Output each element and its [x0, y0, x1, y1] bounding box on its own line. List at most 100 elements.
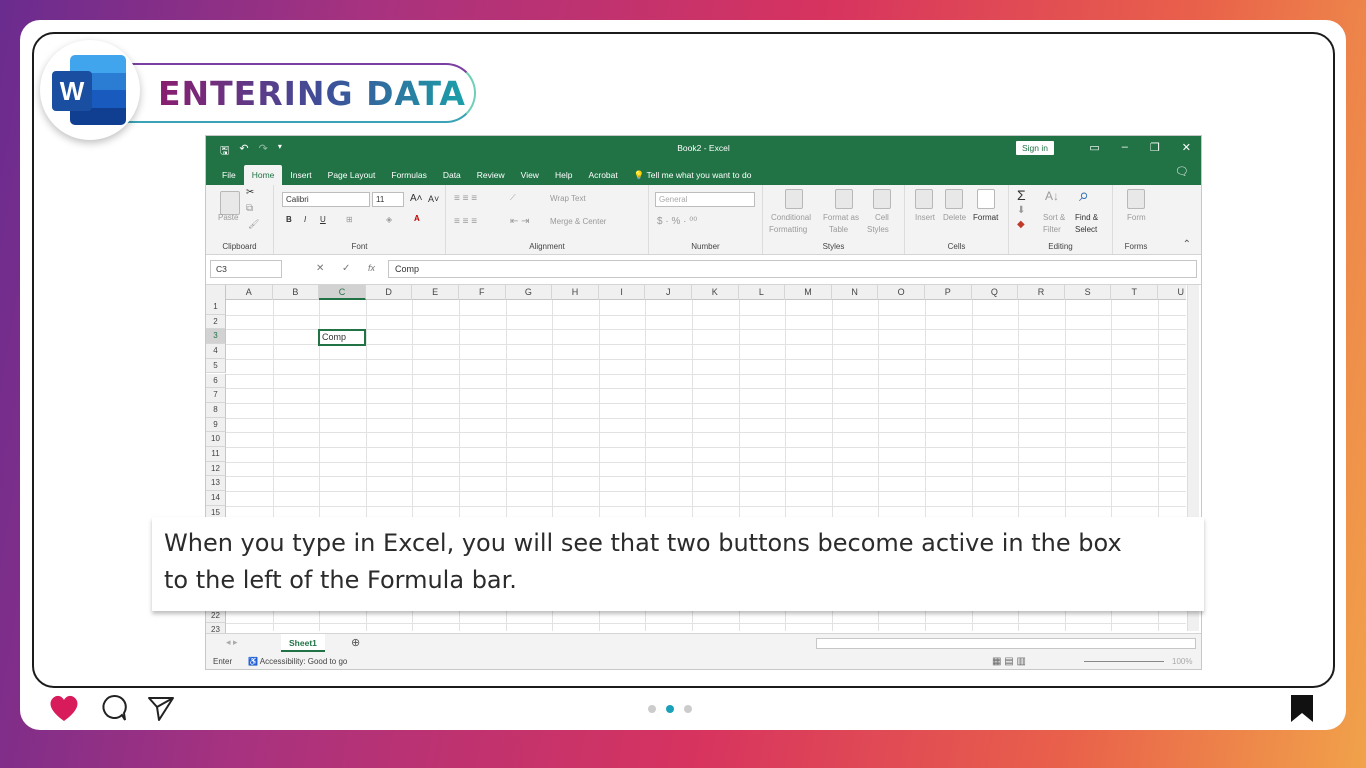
- column-header[interactable]: N: [832, 285, 879, 300]
- column-header[interactable]: K: [692, 285, 739, 300]
- tab-file[interactable]: File: [214, 165, 244, 185]
- close-icon[interactable]: ✕: [1182, 141, 1191, 154]
- row-header[interactable]: 4: [206, 344, 226, 359]
- comments-icon[interactable]: 🗨: [1175, 165, 1189, 178]
- row-header[interactable]: 13: [206, 476, 226, 492]
- column-header[interactable]: D: [366, 285, 413, 300]
- fill-icon[interactable]: ⬇: [1017, 205, 1025, 216]
- font-name-select[interactable]: Calibri: [282, 192, 370, 207]
- tab-formulas[interactable]: Formulas: [383, 165, 434, 185]
- tab-acrobat[interactable]: Acrobat: [580, 165, 625, 185]
- column-header[interactable]: B: [273, 285, 320, 300]
- form-icon[interactable]: [1127, 189, 1145, 209]
- row-header[interactable]: 7: [206, 388, 226, 403]
- row-header[interactable]: 14: [206, 491, 226, 506]
- column-header[interactable]: C: [319, 285, 366, 300]
- zoom-level[interactable]: 100%: [1172, 653, 1192, 669]
- restore-icon[interactable]: ❐: [1150, 141, 1160, 154]
- collapse-ribbon-icon[interactable]: ⌃: [1183, 239, 1191, 250]
- cut-icon[interactable]: ✂: [246, 187, 254, 198]
- copy-icon[interactable]: ⧉: [246, 203, 253, 214]
- row-header[interactable]: 9: [206, 417, 226, 433]
- tab-home[interactable]: Home: [243, 165, 283, 185]
- row-header[interactable]: 2: [206, 314, 226, 330]
- heart-icon[interactable]: [48, 693, 80, 723]
- carousel-dot-1[interactable]: [648, 705, 656, 713]
- find-select-icon[interactable]: ⌕: [1079, 185, 1089, 206]
- bold-icon[interactable]: B: [286, 215, 292, 224]
- underline-icon[interactable]: U: [320, 215, 326, 224]
- row-header[interactable]: 3: [206, 329, 226, 345]
- tab-help[interactable]: Help: [547, 165, 580, 185]
- zoom-slider[interactable]: [1084, 661, 1164, 662]
- formula-bar[interactable]: Comp: [388, 260, 1197, 278]
- clear-icon[interactable]: ◆: [1017, 219, 1025, 230]
- row-header[interactable]: 8: [206, 402, 226, 418]
- select-all-corner[interactable]: [206, 285, 226, 300]
- name-box[interactable]: C3: [210, 260, 282, 278]
- format-painter-icon[interactable]: 🖌: [248, 219, 259, 230]
- confirm-entry-icon[interactable]: ✓: [342, 263, 350, 274]
- comment-icon[interactable]: [100, 693, 128, 723]
- wrap-text-button[interactable]: Wrap Text: [550, 194, 586, 203]
- delete-cells-icon[interactable]: [945, 189, 963, 209]
- column-header[interactable]: E: [412, 285, 459, 300]
- format-cells-icon[interactable]: [977, 189, 995, 209]
- sign-in-button[interactable]: Sign in: [1016, 141, 1054, 155]
- accessibility-status[interactable]: ♿ Accessibility: Good to go: [248, 653, 347, 669]
- column-header[interactable]: O: [878, 285, 925, 300]
- row-header[interactable]: 6: [206, 373, 226, 389]
- sort-filter-icon[interactable]: A↓: [1045, 189, 1059, 203]
- tab-insert[interactable]: Insert: [282, 165, 319, 185]
- row-header[interactable]: 12: [206, 461, 226, 477]
- sheet-tab-sheet1[interactable]: Sheet1: [281, 634, 325, 652]
- orientation-icon[interactable]: ⟋: [510, 193, 516, 203]
- tab-review[interactable]: Review: [469, 165, 513, 185]
- column-header[interactable]: G: [506, 285, 553, 300]
- tab-data[interactable]: Data: [435, 165, 469, 185]
- column-header[interactable]: P: [925, 285, 972, 300]
- accounting-icon[interactable]: $ · % · ⁰⁰: [657, 216, 697, 227]
- column-header[interactable]: M: [785, 285, 832, 300]
- bookmark-icon[interactable]: [1288, 693, 1316, 723]
- format-as-table-icon[interactable]: [835, 189, 853, 209]
- merge-center-button[interactable]: Merge & Center: [550, 217, 606, 226]
- view-mode-icons[interactable]: ▦ ▤ ▥: [992, 653, 1026, 669]
- tell-me-search[interactable]: 💡 Tell me what you want to do: [626, 165, 760, 185]
- font-color-icon[interactable]: A: [414, 214, 420, 223]
- align-top-icon[interactable]: ≡ ≡ ≡: [454, 193, 477, 204]
- column-header[interactable]: L: [739, 285, 786, 300]
- column-header[interactable]: H: [552, 285, 599, 300]
- italic-icon[interactable]: I: [304, 215, 306, 224]
- carousel-dot-3[interactable]: [684, 705, 692, 713]
- active-cell-c3[interactable]: Comp: [318, 329, 366, 346]
- column-header[interactable]: R: [1018, 285, 1065, 300]
- fill-color-icon[interactable]: ◈: [386, 215, 392, 224]
- autosum-icon[interactable]: Σ: [1017, 187, 1026, 203]
- new-sheet-icon[interactable]: ⊕: [351, 636, 360, 649]
- tab-page-layout[interactable]: Page Layout: [320, 165, 384, 185]
- row-header[interactable]: 1: [206, 300, 226, 315]
- tab-view[interactable]: View: [513, 165, 547, 185]
- paste-icon[interactable]: [220, 191, 240, 215]
- column-header[interactable]: I: [599, 285, 646, 300]
- row-header[interactable]: 5: [206, 358, 226, 374]
- sheet-nav-icons[interactable]: ◂ ▸: [226, 637, 238, 648]
- align-left-icon[interactable]: ≡ ≡ ≡: [454, 216, 477, 227]
- borders-icon[interactable]: ⊞: [346, 215, 353, 224]
- column-header[interactable]: S: [1065, 285, 1112, 300]
- font-size-select[interactable]: 11: [372, 192, 404, 207]
- column-header[interactable]: F: [459, 285, 506, 300]
- column-header[interactable]: A: [226, 285, 273, 300]
- number-format-select[interactable]: General: [655, 192, 755, 207]
- carousel-dot-2[interactable]: [666, 705, 674, 713]
- insert-cells-icon[interactable]: [915, 189, 933, 209]
- share-icon[interactable]: [146, 693, 176, 723]
- row-header[interactable]: 10: [206, 432, 226, 447]
- cell-styles-icon[interactable]: [873, 189, 891, 209]
- cancel-entry-icon[interactable]: ✕: [316, 263, 324, 274]
- row-header[interactable]: 11: [206, 447, 226, 462]
- minimize-icon[interactable]: –: [1122, 141, 1128, 154]
- indent-icon[interactable]: ⇤ ⇥: [510, 216, 530, 227]
- ribbon-display-icon[interactable]: ▭: [1089, 141, 1099, 154]
